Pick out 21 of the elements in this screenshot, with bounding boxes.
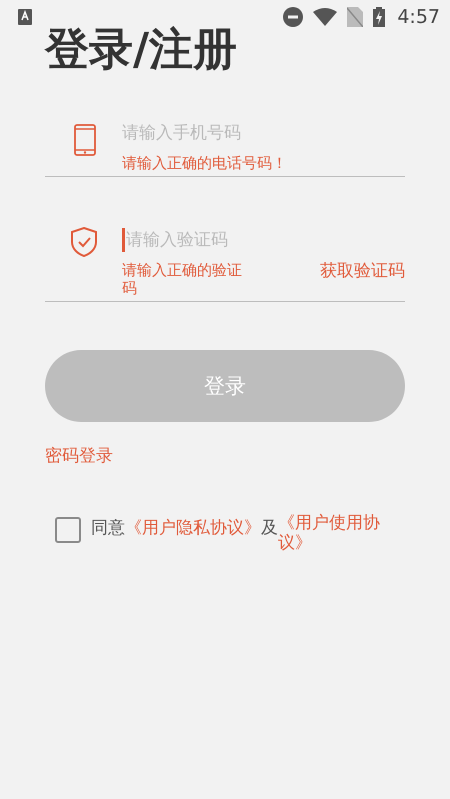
do-not-disturb-icon <box>283 7 304 27</box>
agree-label: 同意 <box>91 517 125 540</box>
error-message: 请输入正确的验证码 <box>122 261 243 297</box>
conjunction-label: 及 <box>261 517 278 540</box>
shield-check-icon <box>71 227 97 257</box>
input-field[interactable]: 请输入验证码 <box>126 230 286 250</box>
terms-link[interactable]: 《用户使用协议》 <box>278 513 396 553</box>
checkbox[interactable] <box>55 517 81 543</box>
error-message: 请输入正确的电话号码！ <box>122 154 288 172</box>
get-code-button[interactable]: 获取验证码 <box>320 259 405 282</box>
battery-charging-icon <box>373 7 386 27</box>
clock-time: 4:57 <box>397 6 440 28</box>
phone-icon <box>74 124 96 156</box>
input-field[interactable]: 请输入手机号码 <box>122 123 322 143</box>
page-title: 登录/注册 <box>45 23 238 77</box>
privacy-link[interactable]: 《用户隐私协议》 <box>125 516 261 540</box>
text-cursor <box>122 228 125 252</box>
wifi-icon <box>313 8 338 26</box>
no-sim-icon <box>347 7 364 27</box>
app-notification-icon <box>18 9 32 25</box>
password-login-link[interactable]: 密码登录 <box>45 444 113 467</box>
